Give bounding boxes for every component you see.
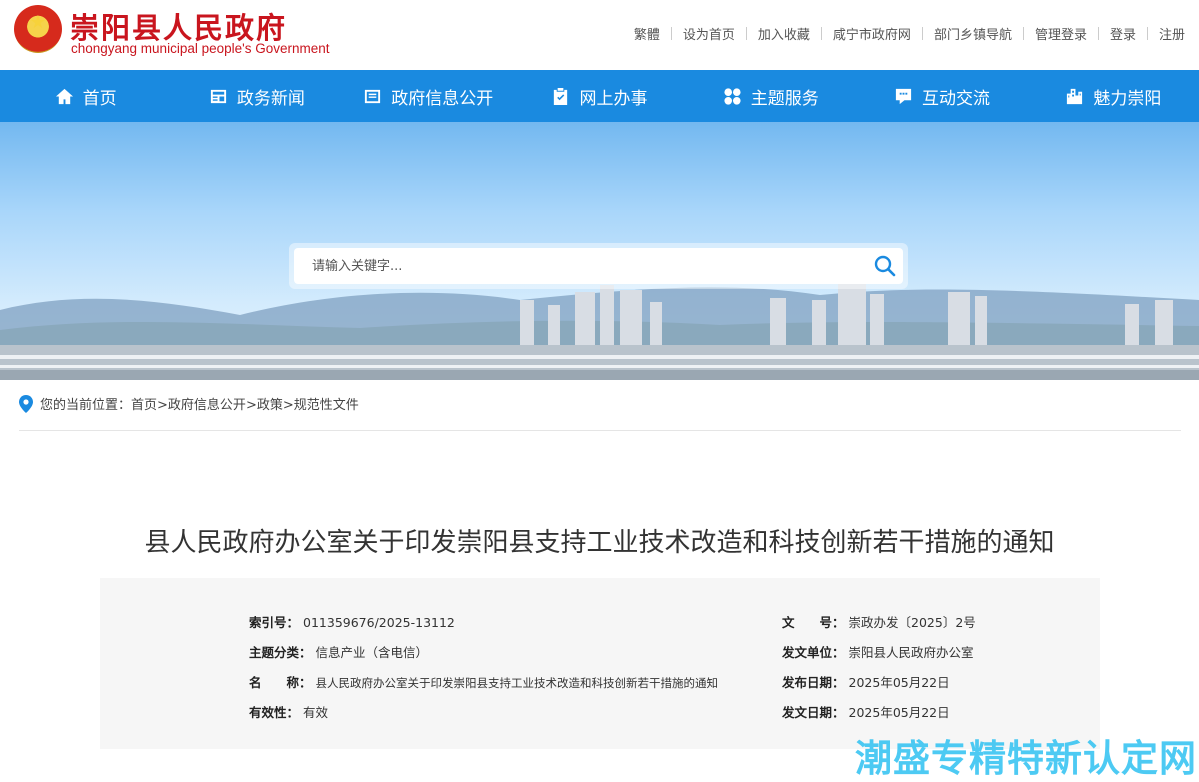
meta-value: 011359676/2025-13112 [303, 615, 455, 630]
meta-label: 名 称： [249, 675, 312, 690]
nav-label: 魅力崇阳 [1093, 88, 1162, 109]
divider [1146, 27, 1148, 40]
meta-label: 索引号： [249, 615, 300, 630]
meta-label: 有效性： [249, 705, 300, 720]
meta-validity: 有效性： 有效 [249, 702, 328, 721]
nav-label: 政府信息公开 [391, 88, 494, 109]
document-icon [365, 89, 381, 103]
nav-home[interactable]: 首页 [0, 70, 171, 122]
breadcrumb-prefix: 您的当前位置： [40, 398, 132, 413]
link-department-nav[interactable]: 部门乡镇导航 [934, 24, 1012, 43]
grid-icon [724, 87, 741, 105]
search-input[interactable] [294, 248, 854, 284]
meta-docno: 文 号： 崇政办发〔2025〕2号 [782, 612, 976, 631]
search-box [294, 248, 903, 284]
article-title: 县人民政府办公室关于印发崇阳县支持工业技术改造和科技创新若干措施的通知 [144, 528, 1055, 558]
meta-issuedate: 发文日期： 2025年05月22日 [782, 702, 950, 721]
meta-value: 信息产业（含电信） [315, 645, 429, 660]
nav-label: 互动交流 [922, 88, 991, 109]
divider [1022, 27, 1024, 40]
clipboard-check-icon [554, 87, 568, 105]
nav-theme-services[interactable]: 主题服务 [685, 70, 856, 122]
meta-label: 文 号： [782, 615, 845, 630]
nav-label: 主题服务 [750, 88, 819, 109]
watermark-text: 潮盛专精特新认定网 [855, 737, 1197, 780]
meta-value: 2025年05月22日 [848, 705, 950, 720]
home-icon [55, 88, 73, 104]
site-logo-subtitle: chongyang municipal people's Government [71, 41, 330, 56]
divider [921, 27, 923, 40]
document-meta-box: 索引号： 011359676/2025-13112 文 号： 崇政办发〔2025〕2… [100, 578, 1100, 749]
meta-value: 2025年05月22日 [848, 675, 950, 690]
meta-index: 索引号： 011359676/2025-13112 [249, 612, 455, 631]
divider [820, 27, 822, 40]
meta-value: 县人民政府办公室关于印发崇阳县支持工业技术改造和科技创新若干措施的通知 [315, 676, 719, 690]
breadcrumb-policy[interactable]: >政策 [246, 394, 283, 413]
nav-label: 政务新闻 [236, 88, 305, 109]
meta-issuer: 发文单位： 崇阳县人民政府办公室 [782, 642, 974, 661]
link-xianning-gov[interactable]: 咸宁市政府网 [833, 24, 911, 43]
search-container [289, 243, 908, 289]
divider [745, 27, 747, 40]
search-icon[interactable] [873, 254, 897, 278]
divider [670, 27, 672, 40]
nav-charm-chongyang[interactable]: 魅力崇阳 [1028, 70, 1199, 122]
link-login[interactable]: 登录 [1110, 24, 1136, 43]
meta-topic: 主题分类： 信息产业（含电信） [249, 642, 428, 661]
breadcrumb-divider [19, 430, 1181, 431]
breadcrumb: 您的当前位置： 首页 >政府信息公开 >政策 >规范性文件 [19, 394, 359, 413]
meta-label: 发布日期： [782, 675, 845, 690]
nav-label: 首页 [82, 88, 117, 109]
breadcrumb-home[interactable]: 首页 [131, 394, 157, 413]
nav-label: 网上办事 [579, 88, 648, 109]
meta-label: 主题分类： [249, 645, 312, 660]
meta-label: 发文单位： [782, 645, 845, 660]
main-nav: 首页 政务新闻 政府信息公开 网上办事 主题服务 互动交流 魅力崇阳 [0, 70, 1199, 122]
meta-value: 崇阳县人民政府办公室 [848, 645, 974, 660]
city-icon [1067, 88, 1083, 104]
meta-pubdate: 发布日期： 2025年05月22日 [782, 672, 950, 691]
link-add-favorite[interactable]: 加入收藏 [758, 24, 810, 43]
location-pin-icon [19, 394, 33, 413]
meta-label: 发文日期： [782, 705, 845, 720]
meta-value: 有效 [303, 705, 329, 720]
link-set-homepage[interactable]: 设为首页 [683, 24, 735, 43]
top-links: 繁體 设为首页 加入收藏 咸宁市政府网 部门乡镇导航 管理登录 登录 注册 [634, 24, 1185, 43]
top-header: 崇阳县人民政府 chongyang municipal people's Gov… [0, 0, 1199, 70]
chat-icon [895, 88, 912, 104]
news-icon [210, 89, 227, 103]
link-register[interactable]: 注册 [1159, 24, 1185, 43]
meta-name: 名 称： 县人民政府办公室关于印发崇阳县支持工业技术改造和科技创新若干措施的通知 [249, 672, 718, 691]
national-emblem-icon [14, 5, 62, 53]
breadcrumb-info-disclosure[interactable]: >政府信息公开 [157, 394, 246, 413]
breadcrumb-normative-docs[interactable]: >规范性文件 [283, 394, 359, 413]
meta-value: 崇政办发〔2025〕2号 [848, 615, 976, 630]
divider [1097, 27, 1099, 40]
nav-news[interactable]: 政务新闻 [171, 70, 342, 122]
link-admin-login[interactable]: 管理登录 [1035, 24, 1087, 43]
nav-interaction[interactable]: 互动交流 [856, 70, 1027, 122]
nav-online-services[interactable]: 网上办事 [514, 70, 685, 122]
link-traditional[interactable]: 繁體 [634, 24, 660, 43]
nav-info-disclosure[interactable]: 政府信息公开 [343, 70, 514, 122]
